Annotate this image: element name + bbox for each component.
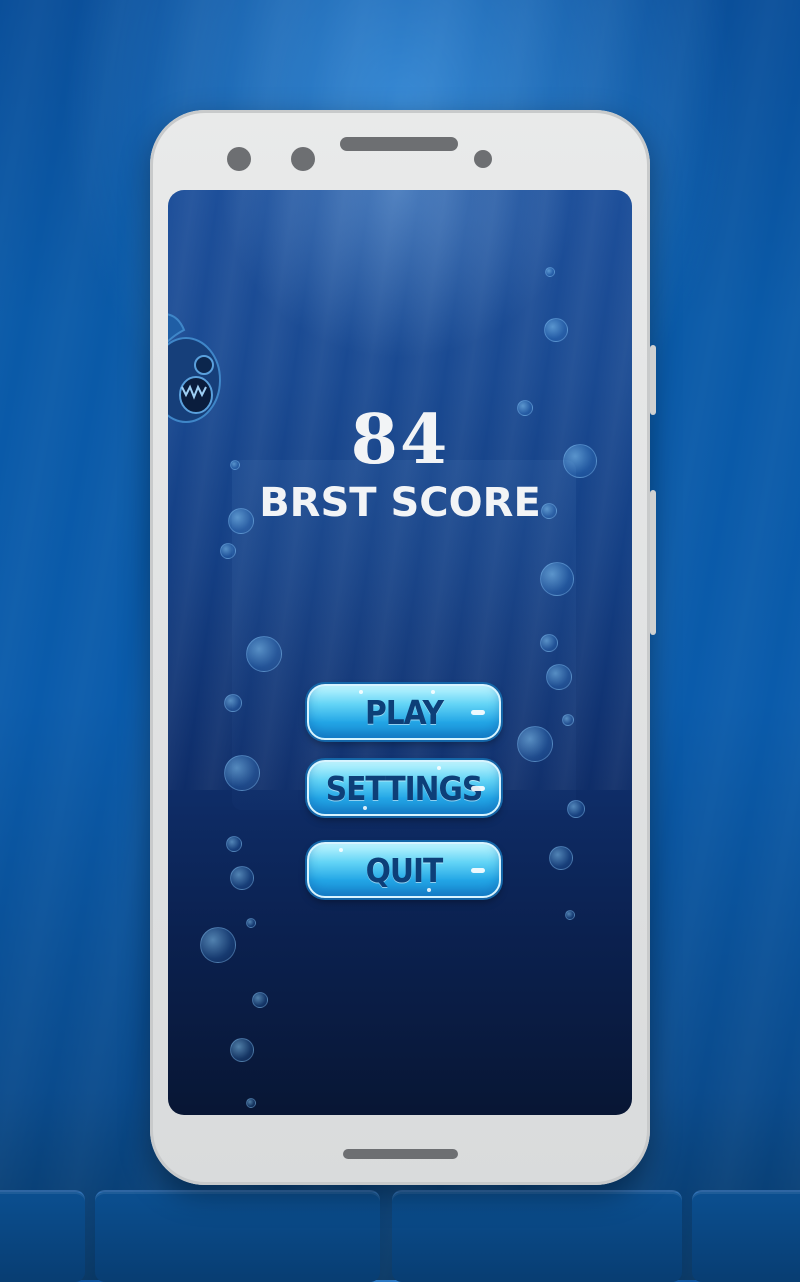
bubble: [540, 562, 574, 596]
bubble: [544, 318, 568, 342]
power-button: [650, 490, 656, 635]
bubble: [517, 726, 553, 762]
volume-button: [650, 345, 656, 415]
game-screen: 84 BRST SCORE PLAY SETTINGS QUIT: [168, 190, 632, 1115]
settings-button[interactable]: SETTINGS: [307, 760, 501, 816]
bubble: [567, 800, 585, 818]
quit-button[interactable]: QUIT: [307, 842, 501, 898]
floor-tile: [392, 1190, 682, 1282]
bubble: [200, 927, 236, 963]
bubble: [230, 1038, 254, 1062]
bubble: [252, 992, 268, 1008]
button-shine: [471, 786, 485, 791]
bubble: [224, 755, 260, 791]
bubble: [226, 836, 242, 852]
button-shine: [471, 868, 485, 873]
floor-tile: [0, 1190, 85, 1282]
bubble: [549, 846, 573, 870]
phone-frame: 84 BRST SCORE PLAY SETTINGS QUIT: [150, 110, 656, 1185]
button-sparkle: [339, 848, 343, 852]
button-sparkle: [363, 806, 367, 810]
play-button[interactable]: PLAY: [307, 684, 501, 740]
button-sparkle: [427, 888, 431, 892]
current-score: 84: [350, 400, 450, 480]
camera-icon: [227, 147, 251, 171]
bubble: [246, 636, 282, 672]
button-shine: [471, 710, 485, 715]
best-score-label: BRST SCORE: [259, 480, 541, 526]
floor-tile: [692, 1190, 800, 1282]
bubble: [546, 664, 572, 690]
settings-button-label: SETTINGS: [325, 768, 484, 808]
play-button-label: PLAY: [365, 692, 444, 732]
bubble: [230, 866, 254, 890]
bubble: [220, 543, 236, 559]
bubble: [562, 714, 574, 726]
bubble: [565, 910, 575, 920]
home-indicator: [343, 1149, 458, 1159]
quit-button-label: QUIT: [365, 850, 444, 890]
speaker-grille: [340, 137, 458, 151]
bubble: [246, 1098, 256, 1108]
front-camera-icon: [474, 150, 492, 168]
button-sparkle: [437, 766, 441, 770]
sensor-icon: [291, 147, 315, 171]
bubble: [246, 918, 256, 928]
bubble: [224, 694, 242, 712]
bubble: [540, 634, 558, 652]
bubble: [545, 267, 555, 277]
button-sparkle: [431, 690, 435, 694]
button-sparkle: [359, 690, 363, 694]
floor-tile: [95, 1190, 380, 1282]
